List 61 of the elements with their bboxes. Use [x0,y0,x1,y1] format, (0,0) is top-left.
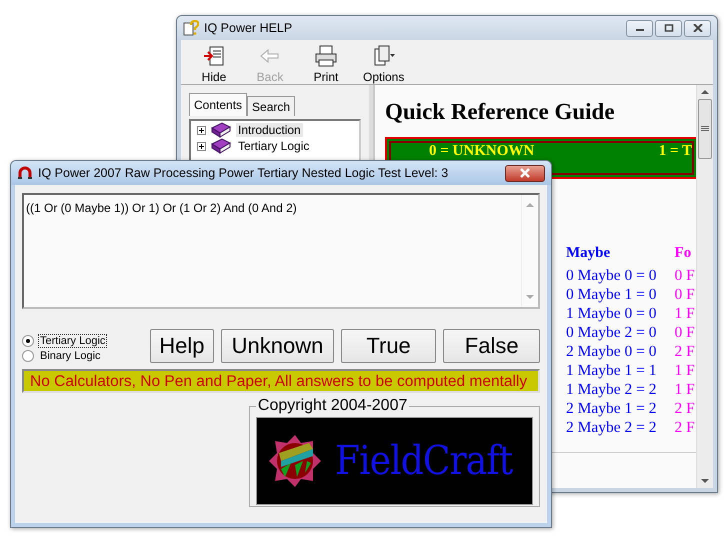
truth-table-row: 1 Maybe 0 = 0 [566,305,657,324]
book-icon [210,138,232,154]
truth-table-row: 2 F [674,343,695,362]
help-icon [183,20,199,36]
window-title: IQ Power 2007 Raw Processing Power Tertiary Nested Logic Test Level: 3 [38,166,448,180]
truth-table-row: 0 F [674,286,695,305]
truth-table-row: 1 F [674,381,695,400]
truth-table-row: 0 Maybe 1 = 0 [566,286,657,305]
truth-table-row: 2 Maybe 2 = 2 [566,419,657,438]
legend-text: 0 = UNKNOWN [429,143,534,159]
truth-table-row: 2 Maybe 1 = 2 [566,400,657,419]
page-heading: Quick Reference Guide [385,99,616,125]
truth-table-row: 0 F [674,267,695,286]
column-heading: Fo [674,245,692,263]
tree-item[interactable]: Tertiary Logic [236,139,312,153]
maximize-icon [664,24,674,32]
truth-table-row: 0 F [674,324,695,343]
document-arrow-icon [202,44,226,68]
expression-field[interactable]: ((1 Or (0 Maybe 1)) Or 1) Or (1 Or 2) And (0 And 2) [22,193,540,309]
truth-table-row: 1 F [674,305,695,324]
expand-icon[interactable] [197,126,206,134]
pane-tab[interactable]: Search [247,96,296,116]
answer-button[interactable]: Help [150,329,214,363]
book-icon [210,122,232,138]
toolbar-print-button[interactable]: Print [301,44,351,84]
tree-item[interactable]: Introduction [236,123,303,137]
scroll-thumb[interactable] [698,99,712,159]
knot-logo-icon [268,433,321,489]
group-label: Copyright 2004-2007 [256,397,408,415]
truth-table-row: 1 F [674,362,695,381]
answer-button[interactable]: Unknown [221,329,334,363]
logo-text: FieldCraft [334,438,512,484]
legend-text: 1 = T [658,143,692,159]
toolbar-hide-button[interactable]: Hide [189,44,239,84]
radio-button[interactable] [22,334,34,346]
truth-table-row: 2 Maybe 0 = 0 [566,343,657,362]
answer-button[interactable]: False [443,329,540,363]
window-title: IQ Power HELP [204,21,292,35]
magnet-icon [17,165,33,181]
answer-button[interactable]: True [340,329,436,363]
truth-table-row: 2 F [674,400,695,419]
scrollbar[interactable] [696,85,713,488]
printer-icon [314,44,338,68]
truth-table-row: 0 Maybe 0 = 0 [566,267,657,286]
documents-icon [372,44,396,68]
toolbar-options-button[interactable]: Options [357,44,410,84]
truth-table-row: 2 F [674,419,695,438]
close-icon [692,24,702,32]
pane-tab[interactable]: Contents [189,93,248,116]
notice-banner: No Calculators, No Pen and Paper, All answers to be computed mentally [22,369,540,393]
truth-table-row: 1 Maybe 2 = 2 [566,381,657,400]
radio-label[interactable]: Tertiary Logic [38,334,108,348]
truth-table-row: 1 Maybe 1 = 1 [566,362,657,381]
grip-icon [701,126,709,132]
column-heading: Maybe [566,245,612,263]
expand-icon[interactable] [197,142,206,150]
close-button[interactable] [505,164,545,182]
truth-table-row: 0 Maybe 2 = 0 [566,324,657,343]
radio-label[interactable]: Binary Logic [38,348,103,362]
radio-button[interactable] [22,350,34,362]
close-icon [519,168,531,178]
